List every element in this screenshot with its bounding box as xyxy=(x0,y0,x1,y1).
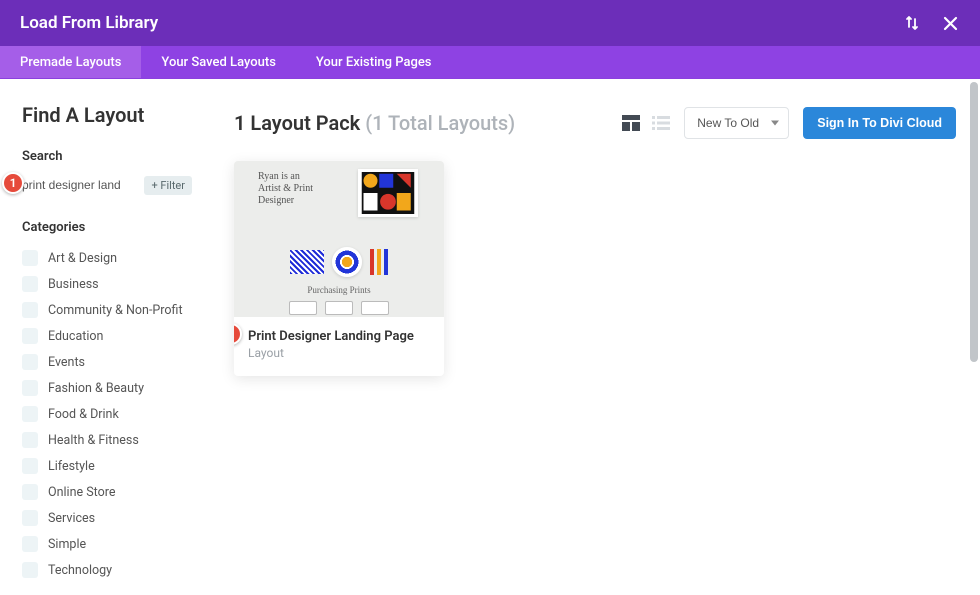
category-label: Online Store xyxy=(48,485,115,500)
thumb-shapes-row xyxy=(234,247,444,277)
category-label: Technology xyxy=(48,563,112,578)
content-area: Find A Layout Search 1 + Filter Categori… xyxy=(0,79,980,595)
checkbox-icon[interactable] xyxy=(22,406,38,422)
category-item[interactable]: Lifestyle xyxy=(22,453,192,479)
sort-select-wrap: New To Old xyxy=(684,107,789,139)
category-label: Art & Design xyxy=(48,251,117,266)
card-subtitle: Layout xyxy=(248,346,430,360)
category-label: Services xyxy=(48,511,95,526)
category-item[interactable]: Online Store xyxy=(22,479,192,505)
checkbox-icon[interactable] xyxy=(22,484,38,500)
tab-saved-layouts[interactable]: Your Saved Layouts xyxy=(141,46,295,78)
view-toggles xyxy=(622,115,670,131)
category-item[interactable]: Services xyxy=(22,505,192,531)
layout-pack-count: 1 Layout Pack (1 Total Layouts) xyxy=(234,111,515,135)
sidebar: Find A Layout Search 1 + Filter Categori… xyxy=(0,79,210,595)
checkbox-icon[interactable] xyxy=(22,328,38,344)
checkbox-icon[interactable] xyxy=(22,250,38,266)
grid-view-icon[interactable] xyxy=(622,115,640,131)
category-item[interactable]: Events xyxy=(22,349,192,375)
main-panel: 1 Layout Pack (1 Total Layouts) New To O… xyxy=(210,79,980,595)
search-row: 1 + Filter xyxy=(22,174,192,196)
annotation-marker-2: 2 xyxy=(234,323,242,345)
category-item[interactable]: Community & Non-Profit xyxy=(22,297,192,323)
checkbox-icon[interactable] xyxy=(22,432,38,448)
checkbox-icon[interactable] xyxy=(22,302,38,318)
category-item[interactable]: Technology xyxy=(22,557,192,583)
modal-header: Load From Library xyxy=(0,0,980,46)
geometric-pattern-icon xyxy=(358,169,418,217)
main-controls: New To Old Sign In To Divi Cloud xyxy=(622,107,956,139)
thumb-subheading: Purchasing Prints xyxy=(234,285,444,295)
search-input[interactable] xyxy=(22,174,138,196)
category-label: Simple xyxy=(48,537,86,552)
checkbox-icon[interactable] xyxy=(22,276,38,292)
categories-label: Categories xyxy=(22,220,192,235)
category-item[interactable]: Food & Drink xyxy=(22,401,192,427)
list-view-icon[interactable] xyxy=(652,115,670,131)
category-label: Community & Non-Profit xyxy=(48,303,183,318)
layout-card[interactable]: Ryan is an Artist & Print Designer Purch… xyxy=(234,161,444,376)
annotation-marker-1: 1 xyxy=(2,172,24,194)
pack-count-sub: (1 Total Layouts) xyxy=(365,111,515,135)
category-label: Education xyxy=(48,329,103,344)
filter-chip[interactable]: + Filter xyxy=(144,176,192,195)
category-item[interactable]: Art & Design xyxy=(22,245,192,271)
category-label: Events xyxy=(48,355,85,370)
category-list: Art & Design Business Community & Non-Pr… xyxy=(22,245,192,583)
checkbox-icon[interactable] xyxy=(22,536,38,552)
signin-button[interactable]: Sign In To Divi Cloud xyxy=(803,107,956,139)
stripe-pattern-icon xyxy=(290,250,324,274)
bars-icon xyxy=(370,249,388,275)
category-item[interactable]: Education xyxy=(22,323,192,349)
category-item[interactable]: Health & Fitness xyxy=(22,427,192,453)
category-label: Health & Fitness xyxy=(48,433,139,448)
thumb-box-icon xyxy=(325,301,353,315)
checkbox-icon[interactable] xyxy=(22,510,38,526)
thumb-box-icon xyxy=(361,301,389,315)
checkbox-icon[interactable] xyxy=(22,458,38,474)
card-title: Print Designer Landing Page xyxy=(248,329,430,344)
layout-thumbnail: Ryan is an Artist & Print Designer Purch… xyxy=(234,161,444,317)
target-circle-icon xyxy=(332,247,362,277)
checkbox-icon[interactable] xyxy=(22,380,38,396)
category-item[interactable]: Simple xyxy=(22,531,192,557)
category-item[interactable]: Business xyxy=(22,271,192,297)
category-label: Lifestyle xyxy=(48,459,95,474)
sidebar-title: Find A Layout xyxy=(22,103,192,127)
category-label: Business xyxy=(48,277,99,292)
thumb-box-icon xyxy=(289,301,317,315)
sort-arrows-icon[interactable] xyxy=(902,13,922,33)
category-label: Fashion & Beauty xyxy=(48,381,144,396)
checkbox-icon[interactable] xyxy=(22,354,38,370)
checkbox-icon[interactable] xyxy=(22,562,38,578)
search-label: Search xyxy=(22,149,192,164)
pack-count-text: 1 Layout Pack xyxy=(234,111,365,135)
tab-premade-layouts[interactable]: Premade Layouts xyxy=(0,46,141,78)
header-title: Load From Library xyxy=(20,13,158,33)
category-label: Food & Drink xyxy=(48,407,119,422)
tab-existing-pages[interactable]: Your Existing Pages xyxy=(296,46,452,78)
thumb-boxes xyxy=(234,301,444,315)
header-actions xyxy=(902,13,960,33)
sort-select[interactable]: New To Old xyxy=(684,107,789,139)
main-top-bar: 1 Layout Pack (1 Total Layouts) New To O… xyxy=(234,107,956,139)
category-item[interactable]: Fashion & Beauty xyxy=(22,375,192,401)
close-icon[interactable] xyxy=(940,13,960,33)
tab-bar: Premade Layouts Your Saved Layouts Your … xyxy=(0,46,980,79)
scrollbar[interactable] xyxy=(970,82,978,362)
card-body: 2 Print Designer Landing Page Layout xyxy=(234,317,444,376)
